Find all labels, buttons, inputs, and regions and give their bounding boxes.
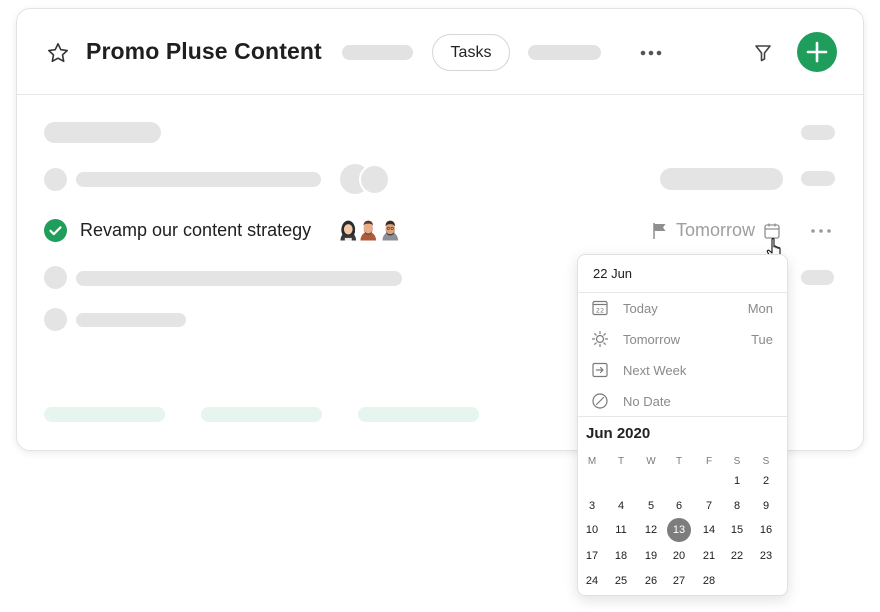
placeholder-due: [660, 168, 783, 190]
placeholder-task-title: [76, 313, 186, 327]
calendar-day[interactable]: 1: [724, 470, 750, 492]
calendar-day[interactable]: 27: [666, 570, 692, 592]
calendar-day[interactable]: 14: [696, 519, 722, 541]
calendar-day[interactable]: 3: [579, 495, 605, 517]
person-icon: [379, 218, 402, 241]
calendar-day[interactable]: 19: [638, 545, 664, 567]
weekday-label: S: [762, 456, 770, 467]
calendar-day[interactable]: 28: [696, 570, 722, 592]
option-label: Today: [623, 301, 658, 316]
placeholder-task-title: [76, 271, 402, 286]
divider: [578, 416, 787, 417]
placeholder-task-title: [76, 172, 321, 187]
page-title: Promo Pluse Content: [86, 38, 322, 64]
weekday-label: W: [646, 456, 656, 467]
placeholder-pill: [801, 171, 835, 186]
calendar-day[interactable]: 18: [608, 545, 634, 567]
placeholder-checkbox: [44, 168, 67, 191]
completed-checkbox[interactable]: [44, 219, 67, 242]
option-label: No Date: [623, 394, 671, 409]
priority-flag-icon[interactable]: [650, 221, 670, 241]
option-today[interactable]: 22 Today Mon: [578, 293, 787, 323]
calendar-day[interactable]: 12: [638, 519, 664, 541]
calendar-day[interactable]: 5: [638, 495, 664, 517]
placeholder-pill: [801, 125, 835, 140]
weekday-label: F: [705, 456, 713, 467]
weekday-label: T: [675, 456, 683, 467]
calendar-day-selected[interactable]: 13: [667, 518, 691, 542]
placeholder-pill: [801, 270, 834, 285]
filter-icon[interactable]: [751, 41, 775, 65]
date-picker-popup: 22 Jun 22 Today Mon Tomorrow Tue Next We…: [577, 254, 788, 596]
placeholder-tag: [358, 407, 479, 422]
placeholder-section-heading: [44, 122, 161, 143]
option-next-week[interactable]: Next Week: [578, 355, 787, 385]
plus-icon: [806, 41, 828, 63]
option-tomorrow[interactable]: Tomorrow Tue: [578, 324, 787, 354]
calendar-day[interactable]: 2: [753, 470, 779, 492]
calendar-day[interactable]: 15: [724, 519, 750, 541]
calendar-day[interactable]: 11: [608, 519, 634, 541]
weekday-label: S: [733, 456, 741, 467]
calendar-day[interactable]: 25: [608, 570, 634, 592]
calendar-day[interactable]: 16: [753, 519, 779, 541]
calendar-day[interactable]: 10: [579, 519, 605, 541]
placeholder-checkbox: [44, 308, 67, 331]
option-no-date[interactable]: No Date: [578, 386, 787, 416]
calendar-today-icon: 22: [592, 300, 608, 316]
date-input[interactable]: 22 Jun: [593, 266, 632, 281]
assignee-avatars[interactable]: [335, 216, 425, 246]
calendar-day[interactable]: 8: [724, 495, 750, 517]
calendar-day[interactable]: 23: [753, 545, 779, 567]
calendar-day[interactable]: 24: [579, 570, 605, 592]
placeholder-checkbox: [44, 266, 67, 289]
due-date-label[interactable]: Tomorrow: [676, 220, 755, 241]
no-date-icon: [592, 393, 608, 409]
calendar-day[interactable]: 26: [638, 570, 664, 592]
option-day: Mon: [747, 301, 773, 316]
sun-icon: [591, 330, 609, 348]
star-icon[interactable]: [46, 41, 70, 65]
more-horizontal-icon[interactable]: [809, 223, 833, 239]
placeholder-tag: [201, 407, 322, 422]
placeholder-tab: [528, 45, 601, 60]
placeholder-tab: [342, 45, 413, 60]
calendar-day[interactable]: 22: [724, 545, 750, 567]
next-week-icon: [592, 362, 608, 378]
calendar-day[interactable]: 20: [666, 545, 692, 567]
weekday-label: M: [587, 456, 597, 467]
avatar: [377, 216, 407, 246]
calendar-day[interactable]: 6: [666, 495, 692, 517]
more-horizontal-icon[interactable]: [639, 45, 663, 61]
project-header: Promo Pluse Content Tasks: [17, 9, 863, 95]
option-label: Next Week: [623, 363, 687, 378]
option-day: Tue: [751, 332, 773, 347]
placeholder-avatar: [359, 164, 390, 195]
check-icon: [49, 226, 62, 236]
weekday-label: T: [617, 456, 625, 467]
option-label: Tomorrow: [623, 332, 681, 347]
calendar-day[interactable]: 9: [753, 495, 779, 517]
calendar-day[interactable]: 4: [608, 495, 634, 517]
calendar-day[interactable]: 21: [696, 545, 722, 567]
svg-text:22: 22: [596, 307, 604, 315]
placeholder-tag: [44, 407, 165, 422]
tab-tasks[interactable]: Tasks: [432, 34, 510, 71]
calendar-day[interactable]: 17: [579, 545, 605, 567]
add-task-button[interactable]: [797, 32, 837, 72]
task-title[interactable]: Revamp our content strategy: [80, 220, 311, 241]
calendar-day[interactable]: 7: [696, 495, 722, 517]
calendar-month-label: Jun 2020: [586, 425, 651, 442]
